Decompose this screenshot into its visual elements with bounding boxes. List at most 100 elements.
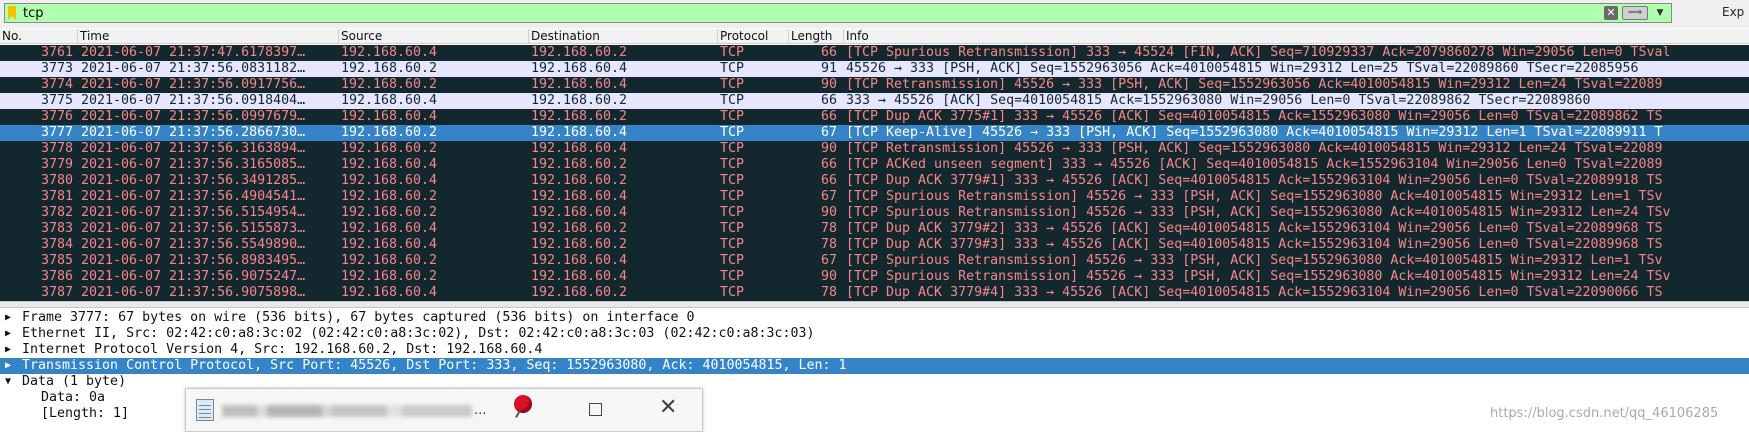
packet-no: 3777 [40,125,73,140]
packet-row[interactable]: 3761 2021-06-07 21:37:47.6178397… 192.16… [0,45,1749,61]
packet-source: 192.168.60.4 [341,285,438,300]
packet-row[interactable]: 3776 2021-06-07 21:37:56.0997679… 192.16… [0,109,1749,125]
packet-row[interactable]: 3783 2021-06-07 21:37:56.5155873… 192.16… [0,221,1749,237]
packet-no: 3761 [40,45,73,60]
packet-row[interactable]: 3774 2021-06-07 21:37:56.0917756… 192.16… [0,77,1749,93]
packet-row[interactable]: 3785 2021-06-07 21:37:56.8983495… 192.16… [0,253,1749,269]
display-filter-box[interactable]: ✕ ⟹ ▼ [4,3,1672,23]
packet-source: 192.168.60.4 [341,45,438,60]
packet-info: [TCP Dup ACK 3779#1] 333 → 45526 [ACK] S… [846,173,1663,188]
packet-protocol: TCP [720,45,745,60]
clear-filter-icon[interactable]: ✕ [1604,6,1618,20]
packet-info: [TCP Retransmission] 45526 → 333 [PSH, A… [846,141,1663,156]
packet-no: 3774 [40,77,73,92]
packet-row[interactable]: 3778 2021-06-07 21:37:56.3163894… 192.16… [0,141,1749,157]
packet-length: 78 [820,237,837,252]
packet-no: 3779 [40,157,73,172]
packet-list[interactable]: 3761 2021-06-07 21:37:47.6178397… 192.16… [0,45,1749,301]
bookmark-icon[interactable] [8,6,16,20]
packet-destination: 192.168.60.4 [531,141,628,156]
packet-row[interactable]: 3787 2021-06-07 21:37:56.9075898… 192.16… [0,285,1749,301]
column-header-no[interactable]: No. [0,29,22,43]
expand-arrow-icon[interactable]: ▶ [5,310,11,326]
packet-source: 192.168.60.2 [341,125,438,140]
packet-protocol: TCP [720,61,745,76]
packet-protocol: TCP [720,77,745,92]
taskbar-window-preview[interactable]: ... ✕ [185,388,703,432]
packet-info: 333 → 45526 [ACK] Seq=4010054815 Ack=155… [846,93,1591,108]
packet-time: 2021-06-07 21:37:56.0918404… [81,93,306,108]
detail-tcp[interactable]: ▶ Transmission Control Protocol, Src Por… [0,358,1749,374]
packet-source: 192.168.60.2 [341,189,438,204]
packet-source: 192.168.60.2 [341,253,438,268]
packet-row[interactable]: 3784 2021-06-07 21:37:56.5549890… 192.16… [0,237,1749,253]
packet-row[interactable]: 3775 2021-06-07 21:37:56.0918404… 192.16… [0,93,1749,109]
packet-info: [TCP Spurious Retransmission] 45526 → 33… [846,205,1671,220]
packet-length: 78 [820,221,837,236]
packet-length: 67 [820,125,837,140]
detail-ip[interactable]: ▶ Internet Protocol Version 4, Src: 192.… [0,342,1749,358]
packet-destination: 192.168.60.4 [531,253,628,268]
packet-info: [TCP Dup ACK 3779#4] 333 → 45526 [ACK] S… [846,285,1663,300]
column-header-length[interactable]: Length [788,29,832,43]
packet-time: 2021-06-07 21:37:56.8983495… [81,253,306,268]
packet-no: 3784 [40,237,73,252]
packet-length: 67 [820,189,837,204]
packet-info: [TCP ACKed unseen segment] 333 → 45526 [… [846,157,1663,172]
column-header-destination[interactable]: Destination [528,29,600,43]
expression-button[interactable]: Exp [1722,5,1744,19]
packet-time: 2021-06-07 21:37:56.5155873… [81,221,306,236]
packet-length: 66 [820,45,837,60]
packet-destination: 192.168.60.2 [531,221,628,236]
pane-splitter[interactable] [0,301,1749,308]
expand-arrow-icon[interactable]: ▶ [5,358,11,374]
packet-destination: 192.168.60.2 [531,45,628,60]
packet-length: 91 [820,61,837,76]
packet-no: 3776 [40,109,73,124]
packet-no: 3783 [40,221,73,236]
packet-time: 2021-06-07 21:37:56.4904541… [81,189,306,204]
packet-no: 3780 [40,173,73,188]
packet-no: 3787 [40,285,73,300]
detail-ethernet[interactable]: ▶ Ethernet II, Src: 02:42:c0:a8:3c:02 (0… [0,326,1749,342]
watermark: https://blog.csdn.net/qq_46106285 [1490,406,1719,421]
collapse-arrow-icon[interactable]: ▼ [5,374,11,390]
packet-time: 2021-06-07 21:37:56.0917756… [81,77,306,92]
pin-icon[interactable] [514,395,532,413]
column-header-time[interactable]: Time [77,29,109,43]
packet-destination: 192.168.60.2 [531,157,628,172]
apply-filter-icon[interactable]: ⟹ [1622,6,1648,20]
packet-length: 90 [820,77,837,92]
packet-time: 2021-06-07 21:37:56.5154954… [81,205,306,220]
packet-destination: 192.168.60.2 [531,237,628,252]
packet-info: [TCP Keep-Alive] 45526 → 333 [PSH, ACK] … [846,125,1663,140]
column-header-protocol[interactable]: Protocol [717,29,768,43]
packet-row[interactable]: 3782 2021-06-07 21:37:56.5154954… 192.16… [0,205,1749,221]
blurred-window-title [222,405,472,417]
packet-length: 90 [820,141,837,156]
packet-row[interactable]: 3786 2021-06-07 21:37:56.9075247… 192.16… [0,269,1749,285]
packet-info: [TCP Dup ACK 3779#2] 333 → 45526 [ACK] S… [846,221,1663,236]
close-icon[interactable]: ✕ [659,397,677,419]
detail-frame[interactable]: ▶ Frame 3777: 67 bytes on wire (536 bits… [0,310,1749,326]
packet-destination: 192.168.60.4 [531,125,628,140]
display-filter-input[interactable] [23,4,1443,22]
column-header-source[interactable]: Source [338,29,382,43]
packet-source: 192.168.60.4 [341,221,438,236]
packet-source: 192.168.60.2 [341,269,438,284]
packet-protocol: TCP [720,93,745,108]
packet-row[interactable]: 3781 2021-06-07 21:37:56.4904541… 192.16… [0,189,1749,205]
packet-destination: 192.168.60.4 [531,61,628,76]
packet-row[interactable]: 3777 2021-06-07 21:37:56.2866730… 192.16… [0,125,1749,141]
packet-row[interactable]: 3773 2021-06-07 21:37:56.0831182… 192.16… [0,61,1749,77]
packet-row[interactable]: 3779 2021-06-07 21:37:56.3165085… 192.16… [0,157,1749,173]
maximize-icon[interactable] [589,403,602,416]
packet-row[interactable]: 3780 2021-06-07 21:37:56.3491285… 192.16… [0,173,1749,189]
packet-no: 3778 [40,141,73,156]
expand-arrow-icon[interactable]: ▶ [5,326,11,342]
packet-length: 66 [820,173,837,188]
column-header-info[interactable]: Info [843,29,869,43]
filter-history-dropdown-icon[interactable]: ▼ [1653,6,1667,20]
expand-arrow-icon[interactable]: ▶ [5,342,11,358]
display-filter-toolbar: ✕ ⟹ ▼ Exp [0,0,1749,28]
